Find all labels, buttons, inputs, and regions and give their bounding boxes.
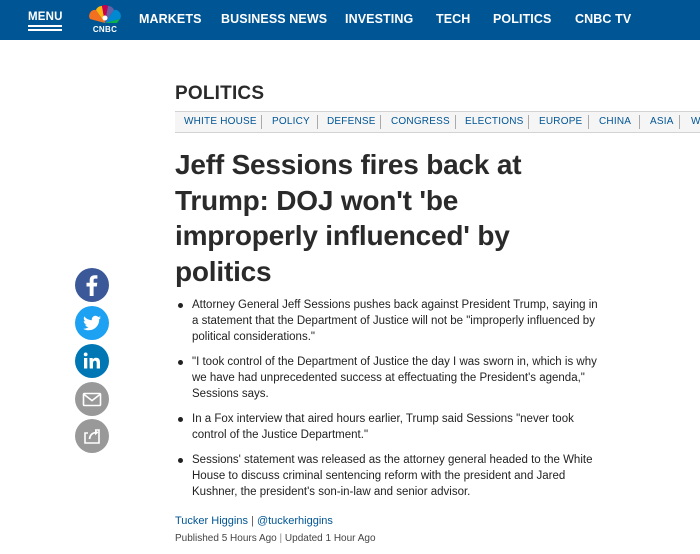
subnav-item-asia[interactable]: ASIA <box>650 116 674 127</box>
subnav-item-congress[interactable]: CONGRESS <box>391 116 450 127</box>
linkedin-share-button[interactable] <box>75 344 109 378</box>
headline-line: Jeff Sessions fires back at <box>175 149 522 180</box>
share-icon <box>84 429 100 444</box>
section-title[interactable]: POLITICS <box>175 83 264 105</box>
share-button[interactable] <box>75 419 109 453</box>
nav-item-markets[interactable]: MARKETS <box>139 12 202 26</box>
nav-item-politics[interactable]: POLITICS <box>493 12 551 26</box>
email-share-button[interactable] <box>75 382 109 416</box>
key-point-line: control of the Justice Department." <box>192 429 369 441</box>
top-nav-bar: MENU CNBC MARKETS BUSINESS NEWS INVESTIN… <box>0 0 700 40</box>
subnav-divider <box>528 115 529 129</box>
dateline: Published 5 Hours Ago | Updated 1 Hour A… <box>175 533 376 544</box>
linkedin-icon <box>83 352 100 369</box>
nav-item-tech[interactable]: TECH <box>436 12 470 26</box>
updated-time: Updated 1 Hour Ago <box>284 533 376 544</box>
key-point-line: In a Fox interview that aired hours earl… <box>192 413 574 425</box>
author-twitter-link[interactable]: @tuckerhiggins <box>257 515 333 527</box>
subnav-item-world[interactable]: WORLD <box>691 116 700 127</box>
subnav-item-elections[interactable]: ELECTIONS <box>465 116 523 127</box>
key-point-line: Sessions' statement was released as the … <box>192 454 593 466</box>
subnav-item-white-house[interactable]: WHITE HOUSE <box>184 116 257 127</box>
key-point-line: Sessions says. <box>192 388 269 400</box>
dateline-separator: | <box>279 533 283 544</box>
subnav-divider <box>639 115 640 129</box>
key-point-line: House to discuss criminal sentencing ref… <box>192 470 566 482</box>
key-point: Sessions' statement was released as the … <box>177 452 627 500</box>
nav-item-business-news[interactable]: BUSINESS NEWS <box>221 12 327 26</box>
subnav-divider <box>380 115 381 129</box>
author-link[interactable]: Tucker Higgins <box>175 515 248 527</box>
nav-item-cnbc-tv[interactable]: CNBC TV <box>575 12 631 26</box>
key-point-line: Kushner, the president's son-in-law and … <box>192 486 471 498</box>
facebook-share-button[interactable] <box>75 268 109 302</box>
subnav-divider <box>455 115 456 129</box>
key-point: In a Fox interview that aired hours earl… <box>177 411 627 443</box>
key-point-line: we have had unprecedented success at eff… <box>192 372 585 384</box>
key-point-line: "I took control of the Department of Jus… <box>192 356 597 368</box>
subnav-divider <box>588 115 589 129</box>
subnav-divider <box>261 115 262 129</box>
subnav-item-policy[interactable]: POLICY <box>272 116 310 127</box>
key-point: Attorney General Jeff Sessions pushes ba… <box>177 297 627 345</box>
headline-line: Trump: DOJ won't 'be <box>175 184 459 216</box>
facebook-icon <box>86 275 98 296</box>
subnav-item-china[interactable]: CHINA <box>599 116 631 127</box>
nav-item-investing[interactable]: INVESTING <box>345 12 413 26</box>
key-point-line: a statement that the Department of Justi… <box>192 315 595 327</box>
key-point-line: Attorney General Jeff Sessions pushes ba… <box>192 299 598 311</box>
subnav-divider <box>317 115 318 129</box>
subnav-item-europe[interactable]: EUROPE <box>539 116 582 127</box>
menu-label: MENU <box>28 11 63 23</box>
key-points-list: Attorney General Jeff Sessions pushes ba… <box>177 297 627 509</box>
key-point-line: political considerations." <box>192 331 315 343</box>
twitter-icon <box>83 315 102 331</box>
menu-underline-2 <box>28 29 62 31</box>
article-headline: Jeff Sessions fires back at Trump: DOJ w… <box>175 147 575 289</box>
byline: Tucker Higgins | @tuckerhiggins <box>175 515 333 527</box>
section-subnav: WHITE HOUSE POLICY DEFENSE CONGRESS ELEC… <box>175 111 700 133</box>
subnav-divider <box>679 115 680 129</box>
peacock-icon <box>89 4 121 23</box>
headline-line: politics <box>175 255 272 287</box>
subnav-item-defense[interactable]: DEFENSE <box>327 116 376 127</box>
published-time: Published 5 Hours Ago <box>175 533 277 544</box>
logo-text: CNBC <box>92 25 118 34</box>
key-point: "I took control of the Department of Jus… <box>177 354 627 402</box>
cnbc-logo[interactable]: CNBC <box>88 4 122 35</box>
email-icon <box>82 392 102 407</box>
menu-underline <box>28 25 62 27</box>
byline-separator: | <box>251 515 254 527</box>
menu-button[interactable]: MENU <box>28 9 64 31</box>
twitter-share-button[interactable] <box>75 306 109 340</box>
headline-line: improperly influenced' by <box>175 220 510 251</box>
